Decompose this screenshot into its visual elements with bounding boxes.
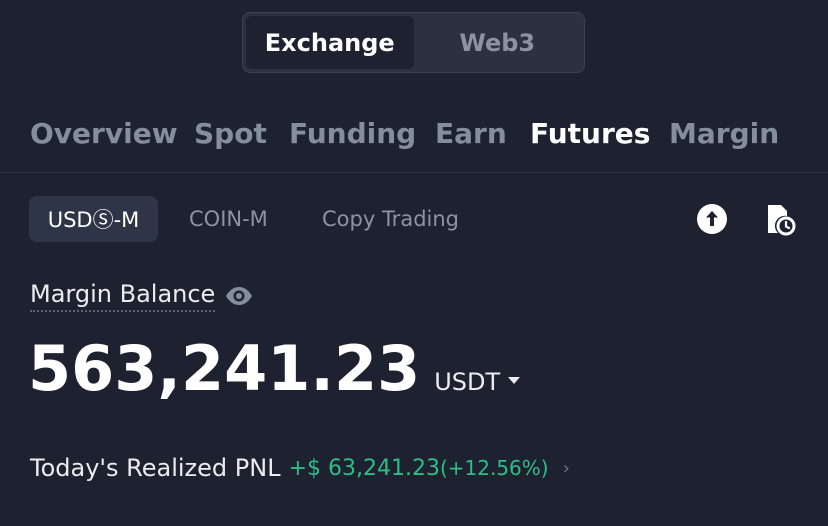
subtab-usds-m[interactable]: USDⓈ-M xyxy=(29,196,158,242)
balance-amount: 563,241.23 xyxy=(28,332,421,405)
exchange-web3-toggle: Exchange Web3 xyxy=(242,12,585,73)
tab-earn[interactable]: Earn xyxy=(435,108,507,158)
subtab-coin-m[interactable]: COIN-M xyxy=(189,196,268,242)
margin-balance-header: Margin Balance xyxy=(30,278,255,314)
realized-pnl-row[interactable]: Today's Realized PNL +$ 63,241.23 (+12.5… xyxy=(30,450,570,486)
tab-spot[interactable]: Spot xyxy=(194,108,267,158)
tab-overview[interactable]: Overview xyxy=(30,108,178,158)
futures-screen: Exchange Web3 Overview Spot Funding Earn… xyxy=(0,0,828,526)
pnl-label: Today's Realized PNL xyxy=(30,454,281,482)
tab-futures[interactable]: Futures xyxy=(530,108,650,158)
segment-web3[interactable]: Web3 xyxy=(414,16,582,69)
tab-funding[interactable]: Funding xyxy=(289,108,416,158)
margin-balance-label[interactable]: Margin Balance xyxy=(30,280,216,312)
document-clock-icon[interactable] xyxy=(763,202,797,236)
balance-amount-row: 563,241.23 USDT xyxy=(28,332,521,405)
chevron-right-icon[interactable]: › xyxy=(563,458,570,479)
account-tabs: Overview Spot Funding Earn Futures Margi… xyxy=(0,108,828,158)
subtab-copy-trading[interactable]: Copy Trading xyxy=(322,196,459,242)
segment-exchange[interactable]: Exchange xyxy=(246,16,414,69)
currency-label: USDT xyxy=(434,368,501,396)
pnl-value: +$ 63,241.23 xyxy=(288,455,440,481)
currency-selector[interactable]: USDT xyxy=(434,368,521,396)
arrow-up-circle-icon[interactable] xyxy=(695,202,729,236)
tabs-divider xyxy=(0,172,828,173)
pnl-percent: (+12.56%) xyxy=(439,456,549,480)
tab-margin[interactable]: Margin xyxy=(669,108,779,158)
eye-icon[interactable] xyxy=(225,285,255,307)
caret-down-icon xyxy=(508,376,521,384)
